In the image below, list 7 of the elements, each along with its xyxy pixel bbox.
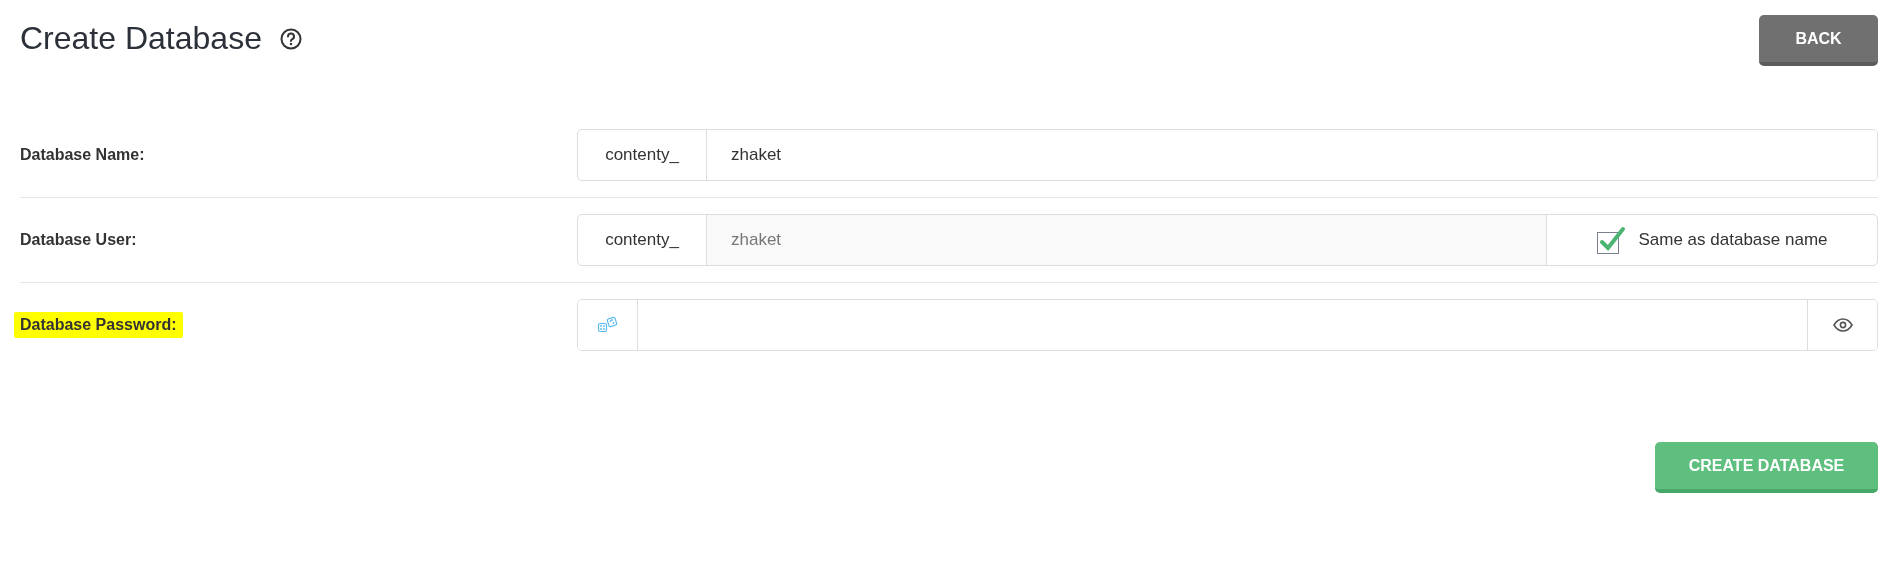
help-icon[interactable] xyxy=(279,27,302,50)
page-title: Create Database xyxy=(20,20,262,57)
input-field[interactable]: contenty_ zhaket xyxy=(577,129,1878,181)
back-button[interactable]: BACK xyxy=(1759,15,1878,66)
field-label: Database Password: xyxy=(14,312,183,338)
field-label: Database Name: xyxy=(20,145,146,165)
field-label: Database User: xyxy=(20,230,138,250)
